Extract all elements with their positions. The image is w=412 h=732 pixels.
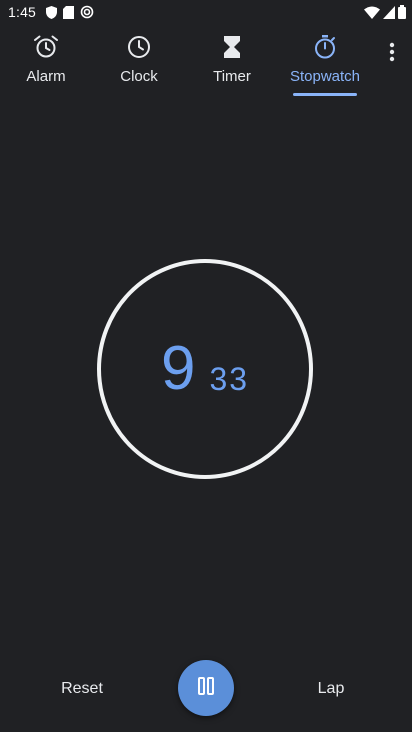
sd-card-icon: [63, 5, 74, 22]
tab-stopwatch-label: Stopwatch: [289, 68, 361, 85]
battery-icon: [398, 5, 406, 22]
stopwatch-icon: [312, 34, 338, 60]
alarm-clock-icon: [33, 34, 59, 60]
tab-clock-label: Clock: [120, 68, 158, 85]
sync-icon: [80, 5, 94, 22]
lap-button[interactable]: Lap: [306, 672, 356, 706]
tab-stopwatch[interactable]: Stopwatch: [279, 26, 371, 98]
tab-bar: Alarm Clock Timer Stopwatch: [0, 26, 412, 98]
clock-icon: [126, 34, 152, 60]
shield-icon: [46, 5, 57, 22]
more-vert-icon: [389, 42, 395, 67]
pause-icon: [197, 676, 215, 700]
pause-button[interactable]: [178, 660, 234, 716]
tab-clock[interactable]: Clock: [93, 26, 185, 98]
more-options-button[interactable]: [382, 42, 402, 66]
wifi-icon: [364, 6, 380, 22]
stopwatch-seconds: 9: [160, 334, 196, 403]
status-bar: 1:45: [0, 0, 412, 26]
reset-button[interactable]: Reset: [52, 672, 112, 706]
tab-timer-label: Timer: [213, 68, 251, 85]
active-tab-indicator: [293, 93, 357, 96]
signal-icon: [383, 5, 395, 22]
tab-alarm-label: Alarm: [26, 68, 66, 85]
tab-timer[interactable]: Timer: [186, 26, 278, 98]
tab-alarm[interactable]: Alarm: [0, 26, 92, 98]
stopwatch-hundredths: 33: [209, 360, 250, 397]
stopwatch-time[interactable]: 9 33: [96, 258, 314, 480]
status-time: 1:45: [8, 4, 37, 20]
hourglass-icon: [222, 34, 242, 60]
